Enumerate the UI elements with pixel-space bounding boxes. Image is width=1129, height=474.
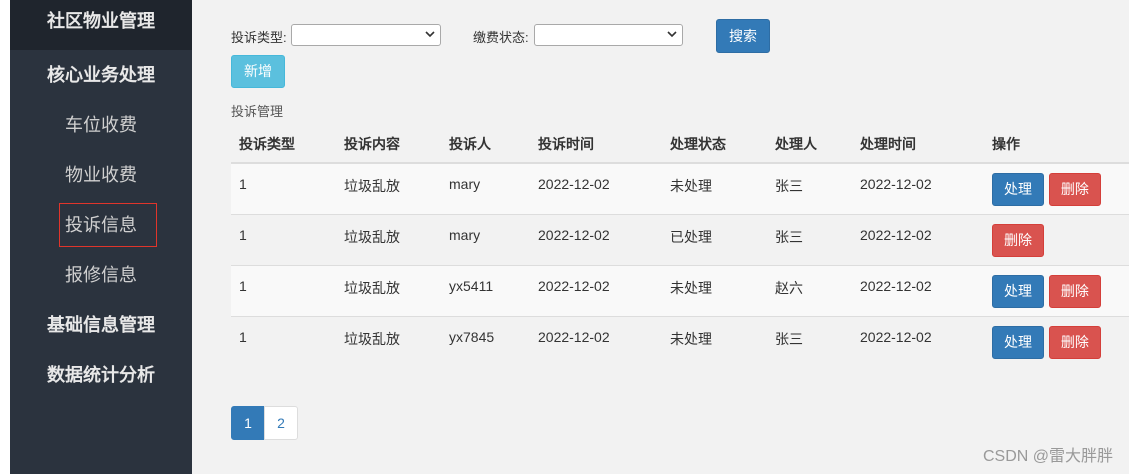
payment-status-label: 缴费状态: — [473, 30, 529, 45]
delete-button[interactable]: 删除 — [1048, 274, 1101, 308]
complaint-type-label: 投诉类型: — [231, 30, 287, 45]
delete-button[interactable]: 删除 — [1048, 325, 1101, 359]
sidebar-group-core[interactable]: 核心业务处理 — [10, 50, 192, 100]
cell-complainant: yx5411 — [441, 264, 530, 316]
sidebar-item-property-fee[interactable]: 物业收费 — [10, 150, 192, 200]
column-header-type: 投诉类型 — [231, 126, 336, 164]
table-row: 1 垃圾乱放 mary 2022-12-02 未处理 张三 2022-12-02… — [231, 162, 1129, 214]
sidebar-item-complaints[interactable]: 投诉信息 — [10, 200, 192, 250]
cell-content: 垃圾乱放 — [336, 315, 441, 367]
process-button[interactable]: 处理 — [992, 325, 1044, 359]
cell-status: 未处理 — [662, 315, 767, 367]
search-button[interactable]: 搜索 — [716, 19, 770, 53]
table-row: 1 垃圾乱放 yx7845 2022-12-02 未处理 张三 2022-12-… — [231, 315, 1129, 367]
cell-time: 2022-12-02 — [530, 213, 662, 265]
cell-handle-time: 2022-12-02 — [852, 213, 984, 265]
left-margin — [0, 0, 10, 474]
cell-actions: 删除 — [984, 213, 1129, 265]
sidebar-item-parking-fee[interactable]: 车位收费 — [10, 100, 192, 150]
sidebar-group-basic-info[interactable]: 基础信息管理 — [10, 300, 192, 350]
cell-status: 已处理 — [662, 213, 767, 265]
cell-content: 垃圾乱放 — [336, 264, 441, 316]
cell-complainant: mary — [441, 213, 530, 265]
column-header-status: 处理状态 — [662, 126, 767, 164]
cell-actions: 处理 删除 — [984, 162, 1129, 214]
watermark: CSDN @雷大胖胖 — [982, 448, 1113, 465]
payment-status-select[interactable] — [534, 24, 683, 46]
cell-time: 2022-12-02 — [530, 162, 662, 214]
cell-handler: 张三 — [767, 213, 852, 265]
pagination: 1 2 — [231, 406, 298, 440]
cell-type: 1 — [231, 213, 336, 265]
delete-button[interactable]: 删除 — [1048, 173, 1101, 206]
section-title: 投诉管理 — [231, 104, 284, 119]
sidebar-group-statistics[interactable]: 数据统计分析 — [10, 350, 192, 400]
active-highlight-box — [59, 203, 157, 247]
column-header-handler: 处理人 — [767, 126, 852, 164]
cell-complainant: yx7845 — [441, 315, 530, 367]
cell-type: 1 — [231, 315, 336, 367]
table-row: 1 垃圾乱放 yx5411 2022-12-02 未处理 赵六 2022-12-… — [231, 264, 1129, 316]
table-row: 1 垃圾乱放 mary 2022-12-02 已处理 张三 2022-12-02… — [231, 213, 1129, 265]
column-header-complainant: 投诉人 — [441, 126, 530, 164]
complaint-type-select[interactable] — [291, 24, 441, 46]
cell-type: 1 — [231, 162, 336, 214]
chevron-down-icon — [425, 31, 435, 38]
column-header-content: 投诉内容 — [336, 126, 441, 164]
process-button[interactable]: 处理 — [992, 274, 1044, 308]
sidebar-header: 社区物业管理 — [10, 0, 192, 50]
cell-content: 垃圾乱放 — [336, 162, 441, 214]
column-header-handle-time: 处理时间 — [852, 126, 984, 164]
cell-content: 垃圾乱放 — [336, 213, 441, 265]
sidebar: 社区物业管理 核心业务处理 车位收费 物业收费 投诉信息 报修信息 基础信息管理… — [10, 0, 192, 474]
cell-handler: 张三 — [767, 315, 852, 367]
chevron-down-icon — [667, 31, 677, 38]
table-header-row: 投诉类型 投诉内容 投诉人 投诉时间 处理状态 处理人 处理时间 操作 — [231, 126, 1129, 164]
cell-status: 未处理 — [662, 264, 767, 316]
cell-time: 2022-12-02 — [530, 315, 662, 367]
column-header-time: 投诉时间 — [530, 126, 662, 164]
page-button[interactable]: 2 — [264, 406, 298, 440]
add-button[interactable]: 新增 — [231, 55, 285, 88]
cell-handler: 赵六 — [767, 264, 852, 316]
cell-time: 2022-12-02 — [530, 264, 662, 316]
cell-handle-time: 2022-12-02 — [852, 315, 984, 367]
cell-complainant: mary — [441, 162, 530, 214]
page-button-current[interactable]: 1 — [231, 406, 265, 440]
app-title: 社区物业管理 — [47, 11, 155, 31]
cell-actions: 处理 删除 — [984, 264, 1129, 316]
cell-handle-time: 2022-12-02 — [852, 264, 984, 316]
process-button[interactable]: 处理 — [992, 173, 1044, 206]
cell-type: 1 — [231, 264, 336, 316]
cell-handler: 张三 — [767, 162, 852, 214]
sidebar-item-repairs[interactable]: 报修信息 — [10, 250, 192, 300]
main-content: 投诉类型: 缴费状态: 搜索 新增 投诉管理 投诉类型 投诉内容 投诉人 投诉时… — [192, 0, 1129, 474]
delete-button[interactable]: 删除 — [992, 223, 1044, 257]
column-header-actions: 操作 — [984, 126, 1129, 164]
cell-actions: 处理 删除 — [984, 315, 1129, 367]
cell-status: 未处理 — [662, 162, 767, 214]
complaints-table: 投诉类型 投诉内容 投诉人 投诉时间 处理状态 处理人 处理时间 操作 1 垃圾… — [231, 126, 1129, 367]
cell-handle-time: 2022-12-02 — [852, 162, 984, 214]
